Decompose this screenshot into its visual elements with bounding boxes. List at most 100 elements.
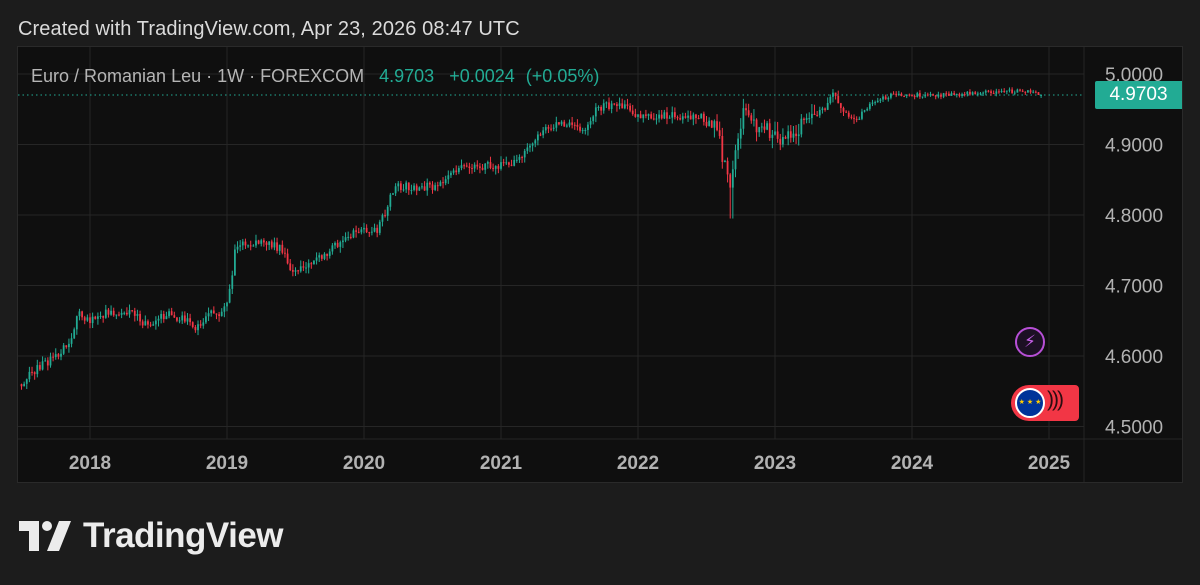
candle-body[interactable] (500, 162, 502, 169)
candle-body[interactable] (97, 316, 99, 319)
candle-body[interactable] (592, 116, 595, 122)
candle-body[interactable] (473, 164, 476, 169)
candle-body[interactable] (410, 189, 413, 191)
candle-body[interactable] (726, 160, 729, 175)
candle-body[interactable] (560, 121, 563, 125)
candle-body[interactable] (805, 118, 808, 120)
candle-body[interactable] (534, 140, 537, 144)
candle-body[interactable] (552, 127, 555, 129)
candle-body[interactable] (616, 104, 618, 106)
candle-body[interactable] (373, 227, 376, 232)
candle-body[interactable] (787, 131, 790, 139)
candle-body[interactable] (405, 182, 408, 190)
candle-body[interactable] (871, 102, 874, 104)
candle-body[interactable] (70, 338, 73, 344)
candle-body[interactable] (244, 241, 247, 246)
candle-body[interactable] (468, 166, 471, 168)
candle-body[interactable] (708, 120, 711, 126)
candle-body[interactable] (455, 170, 458, 173)
candle-body[interactable] (91, 316, 94, 324)
candle-body[interactable] (147, 321, 149, 325)
candle-body[interactable] (684, 116, 687, 118)
candle-body[interactable] (154, 320, 157, 325)
candle-body[interactable] (816, 114, 819, 116)
candle-body[interactable] (1003, 90, 1006, 92)
candle-body[interactable] (755, 119, 758, 133)
candle-body[interactable] (25, 379, 28, 384)
candle-body[interactable] (795, 133, 797, 137)
candle-body[interactable] (28, 371, 31, 380)
candle-body[interactable] (758, 127, 761, 133)
candle-body[interactable] (228, 288, 231, 303)
candle-body[interactable] (826, 102, 829, 110)
candle-body[interactable] (334, 242, 336, 246)
candle-body[interactable] (921, 96, 924, 98)
candle-body[interactable] (413, 185, 415, 190)
candle-body[interactable] (426, 182, 429, 191)
candle-body[interactable] (384, 215, 386, 217)
candle-body[interactable] (810, 113, 813, 119)
candle-body[interactable] (760, 126, 763, 128)
candle-body[interactable] (813, 113, 816, 115)
candle-body[interactable] (31, 371, 33, 373)
candle-body[interactable] (168, 311, 170, 317)
candle-body[interactable] (647, 114, 650, 116)
candle-body[interactable] (961, 94, 963, 96)
candle-body[interactable] (294, 270, 297, 272)
candle-body[interactable] (526, 147, 529, 151)
candle-body[interactable] (766, 123, 768, 130)
candle-body[interactable] (850, 116, 853, 118)
candle-body[interactable] (940, 94, 942, 97)
candle-body[interactable] (905, 94, 908, 97)
candle-body[interactable] (668, 117, 671, 119)
candle-body[interactable] (663, 112, 666, 119)
candle-body[interactable] (489, 162, 492, 168)
candle-body[interactable] (452, 170, 455, 173)
candle-body[interactable] (68, 343, 70, 348)
candlestick-chart[interactable]: 2018 2019 2020 2021 2022 2023 2024 2025 4.5000 4.… (18, 47, 1182, 482)
candle-body[interactable] (302, 266, 305, 268)
candle-body[interactable] (926, 94, 929, 96)
candle-body[interactable] (547, 127, 550, 129)
candle-body[interactable] (394, 186, 397, 194)
candle-body[interactable] (363, 227, 365, 230)
candle-body[interactable] (594, 107, 597, 117)
candle-body[interactable] (270, 241, 273, 248)
candle-body[interactable] (73, 329, 76, 339)
candle-body[interactable] (845, 111, 848, 113)
candle-body[interactable] (832, 92, 834, 97)
candle-body[interactable] (842, 107, 845, 112)
candle-body[interactable] (555, 122, 558, 128)
candle-body[interactable] (60, 353, 62, 357)
candle-body[interactable] (265, 242, 268, 245)
candle-body[interactable] (623, 104, 626, 109)
candle-body[interactable] (120, 312, 123, 315)
candle-body[interactable] (318, 255, 321, 258)
candle-body[interactable] (1029, 90, 1032, 93)
candle-body[interactable] (710, 120, 713, 128)
candle-body[interactable] (57, 354, 60, 357)
candle-body[interactable] (966, 91, 969, 95)
candle-body[interactable] (170, 311, 173, 316)
candle-body[interactable] (181, 315, 184, 321)
candle-body[interactable] (376, 227, 379, 233)
candle-body[interactable] (239, 245, 242, 247)
candle-body[interactable] (584, 129, 587, 131)
candle-body[interactable] (536, 134, 539, 141)
candle-body[interactable] (979, 93, 982, 95)
candle-body[interactable] (687, 115, 689, 118)
candle-body[interactable] (481, 167, 484, 170)
candle-body[interactable] (776, 131, 779, 139)
candle-body[interactable] (479, 166, 481, 168)
candle-body[interactable] (342, 240, 344, 243)
candle-body[interactable] (415, 185, 418, 191)
candle-body[interactable] (186, 318, 189, 322)
candle-body[interactable] (112, 310, 115, 316)
candle-body[interactable] (442, 182, 444, 184)
candle-body[interactable] (315, 257, 318, 261)
candle-body[interactable] (890, 93, 892, 98)
candle-body[interactable] (861, 111, 863, 119)
candle-body[interactable] (439, 182, 442, 186)
candle-body[interactable] (505, 162, 508, 164)
candle-body[interactable] (995, 91, 998, 94)
